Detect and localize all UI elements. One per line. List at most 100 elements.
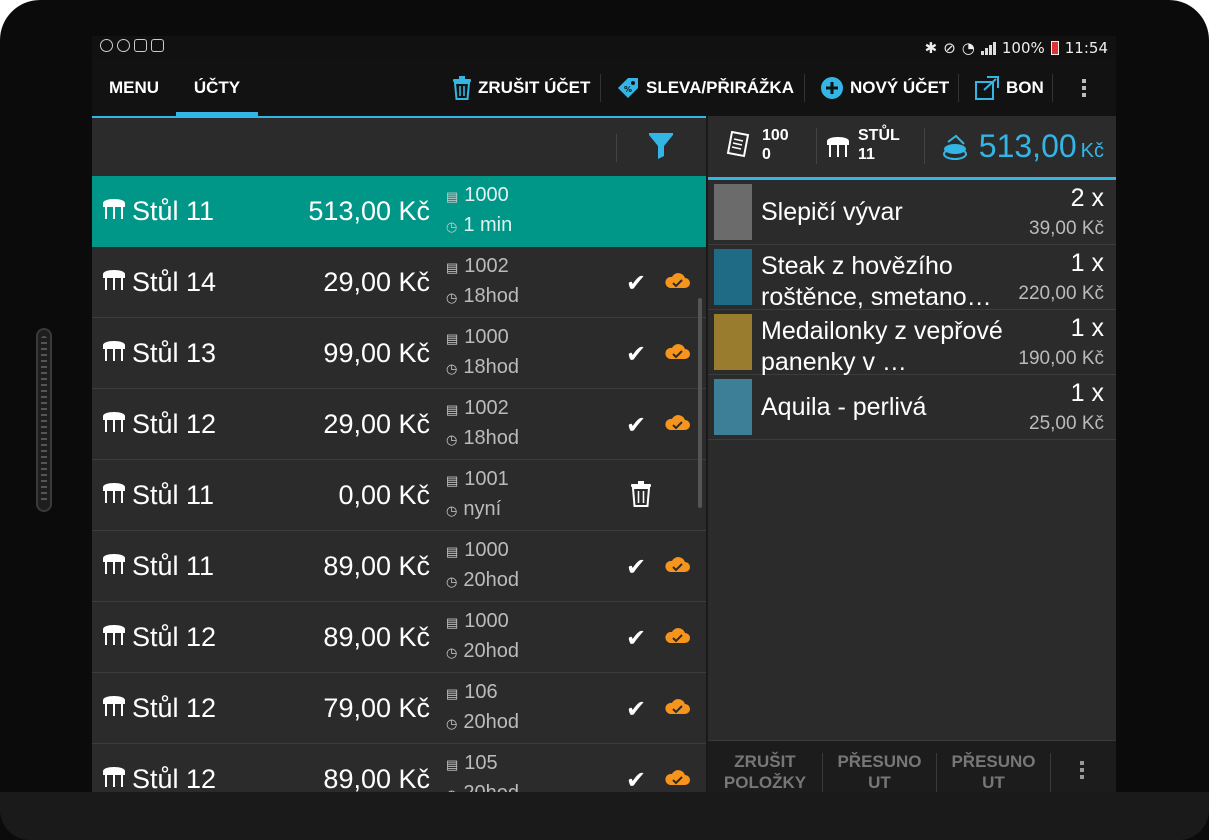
clock-icon: ◷ (446, 716, 458, 731)
clock-icon: ◷ (446, 361, 458, 376)
account-detail-pane: 100 0 STŮL 11 513,00 Kč Slepičí vývar 2 … (708, 116, 1116, 804)
system-icons: ✱ ⊘ ◔ 100% 11:54 (925, 39, 1108, 57)
account-row[interactable]: Stůl 12 89,00 Kč ▤ 1000 ◷ 20hod ✔ (92, 602, 706, 673)
order-item[interactable]: Steak z hovězího roštěnce, smetano… 1 x 22… (708, 245, 1116, 311)
item-color-swatch (714, 314, 752, 370)
overflow-menu-button[interactable] (1076, 60, 1092, 116)
receipt-share-icon (975, 76, 999, 100)
item-quantity: 2 x (1070, 184, 1104, 212)
bon-button[interactable]: BON (974, 60, 1044, 116)
account-row[interactable]: Stůl 11 513,00 Kč ▤ 1000 ◷ 1 min (92, 176, 706, 247)
check-icon: ✔ (626, 341, 647, 368)
account-total: 513,00 Kč (978, 128, 1104, 164)
move-button[interactable]: PŘESUNO UT (823, 751, 936, 793)
table-name: Stůl 13 (132, 338, 217, 368)
table-label: STŮL 11 (858, 127, 900, 163)
item-quantity: 1 x (1070, 379, 1104, 407)
scrollbar[interactable] (698, 298, 702, 508)
table-icon (103, 341, 125, 361)
check-icon: ✔ (626, 554, 647, 581)
tab-label: ÚČTY (193, 78, 241, 97)
item-price: 220,00 Kč (1018, 283, 1104, 304)
divider (924, 128, 925, 164)
order-item[interactable]: Aquila - perlivá 1 x 25,00 Kč (708, 375, 1116, 440)
order-items-list: Slepičí vývar 2 x 39,00 Kč Steak z hovězího… (708, 180, 1116, 440)
account-age: ◷20hod (446, 711, 519, 733)
receipt-icon: ▤ (446, 260, 459, 275)
account-age: ◷20hod (446, 640, 519, 662)
account-row[interactable]: Stůl 11 89,00 Kč ▤ 1000 ◷ 20hod ✔ (92, 531, 706, 602)
table-name: Stůl 11 (132, 196, 215, 226)
account-row[interactable]: Stůl 12 79,00 Kč ▤ 106 ◷ 20hod ✔ (92, 673, 706, 744)
more-vertical-icon (1074, 761, 1090, 779)
account-row[interactable]: Stůl 11 0,00 Kč ▤ 1001 ◷ nyní (92, 460, 706, 531)
notification-icon (151, 39, 164, 52)
account-row[interactable]: Stůl 13 99,00 Kč ▤ 1000 ◷ 18hod ✔ (92, 318, 706, 389)
cloud-sync-icon (665, 273, 690, 288)
table-icon (103, 199, 125, 219)
cloud-sync-icon (665, 699, 690, 714)
discount-tag-icon: % (618, 78, 638, 98)
clock-icon: ◷ (446, 574, 458, 589)
item-price: 39,00 Kč (1029, 218, 1104, 239)
table-name: Stůl 12 (132, 622, 217, 652)
receipt-icon: ▤ (446, 402, 459, 417)
signal-icon (980, 41, 996, 55)
filter-icon[interactable] (648, 132, 674, 160)
account-amount: 29,00 Kč (323, 267, 430, 297)
cloud-sync-icon (665, 415, 690, 430)
account-number: ▤ 106 (446, 681, 498, 703)
account-age: ◷ 18hod (446, 356, 519, 378)
check-icon: ✔ (626, 412, 647, 439)
coins-icon (943, 134, 967, 160)
account-number: ▤ 1002 (446, 397, 509, 419)
cancel-items-button[interactable]: ZRUŠIT POLOŽKY (708, 751, 822, 793)
table-icon (103, 270, 125, 290)
account-age: ◷ nyní (446, 498, 502, 520)
account-number: ▤ 1000 (446, 184, 509, 206)
trash-icon (453, 76, 471, 100)
table-icon (103, 483, 125, 503)
new-account-button[interactable]: NOVÝ ÚČET (820, 60, 949, 116)
cancel-account-button[interactable]: ZRUŠIT ÚČET (452, 60, 590, 116)
clock-icon: ◷ (446, 290, 458, 305)
check-icon: ✔ (626, 767, 647, 794)
account-number: ▤ 1002 (446, 255, 509, 277)
account-amount: 89,00 Kč (323, 622, 430, 652)
account-amount: 89,00 Kč (323, 764, 430, 794)
account-number: ▤ 105 (446, 752, 498, 774)
notification-icon (117, 39, 130, 52)
notification-icon (100, 39, 113, 52)
plus-circle-icon (821, 77, 843, 99)
table-name: Stůl 12 (132, 764, 217, 794)
account-number: ▤ 1000 (446, 326, 509, 348)
account-row[interactable]: Stůl 12 29,00 Kč ▤ 1002 ◷ 18hod ✔ (92, 389, 706, 460)
accounts-pane: Stůl 11 513,00 Kč ▤ 1000 ◷ 1 min Stůl 14 29,00 … (92, 116, 706, 804)
trash-icon[interactable] (630, 481, 652, 507)
account-age: ◷20hod (446, 569, 519, 591)
item-quantity: 1 x (1070, 249, 1104, 277)
discount-surcharge-button[interactable]: % SLEVA/PŘIRÁŽKA (616, 60, 794, 116)
order-item[interactable]: Slepičí vývar 2 x 39,00 Kč (708, 180, 1116, 245)
order-item[interactable]: Medailonky z vepřové panenky v … 1 x 190,0… (708, 310, 1116, 376)
item-color-swatch (714, 249, 752, 305)
account-age: ◷ 1 min (446, 214, 513, 236)
cloud-sync-icon (665, 628, 690, 643)
table-name: Stůl 12 (132, 409, 217, 439)
check-icon: ✔ (626, 270, 647, 297)
account-row[interactable]: Stůl 14 29,00 Kč ▤ 1002 ◷ 18hod ✔ (92, 247, 706, 318)
table-icon (103, 767, 125, 787)
divider (616, 134, 617, 162)
account-age: ◷ 18hod (446, 285, 519, 307)
mute-icon: ⊘ (943, 39, 956, 57)
move-button[interactable]: PŘESUNO UT (937, 751, 1050, 793)
clock: 11:54 (1064, 39, 1108, 57)
wifi-icon: ◔ (961, 39, 975, 57)
tab-accounts[interactable]: ÚČTY (176, 60, 258, 116)
action-label: NOVÝ ÚČET (850, 78, 950, 97)
clock-icon: ◷ (446, 432, 458, 447)
action-bar: MENU ÚČTY ZRUŠIT ÚČET % SLEVA/PŘIRÁŽKA N… (92, 60, 1116, 116)
item-name: Aquila - perlivá (761, 393, 927, 421)
tab-menu[interactable]: MENU (92, 60, 176, 116)
overflow-menu-button[interactable] (1074, 761, 1090, 779)
